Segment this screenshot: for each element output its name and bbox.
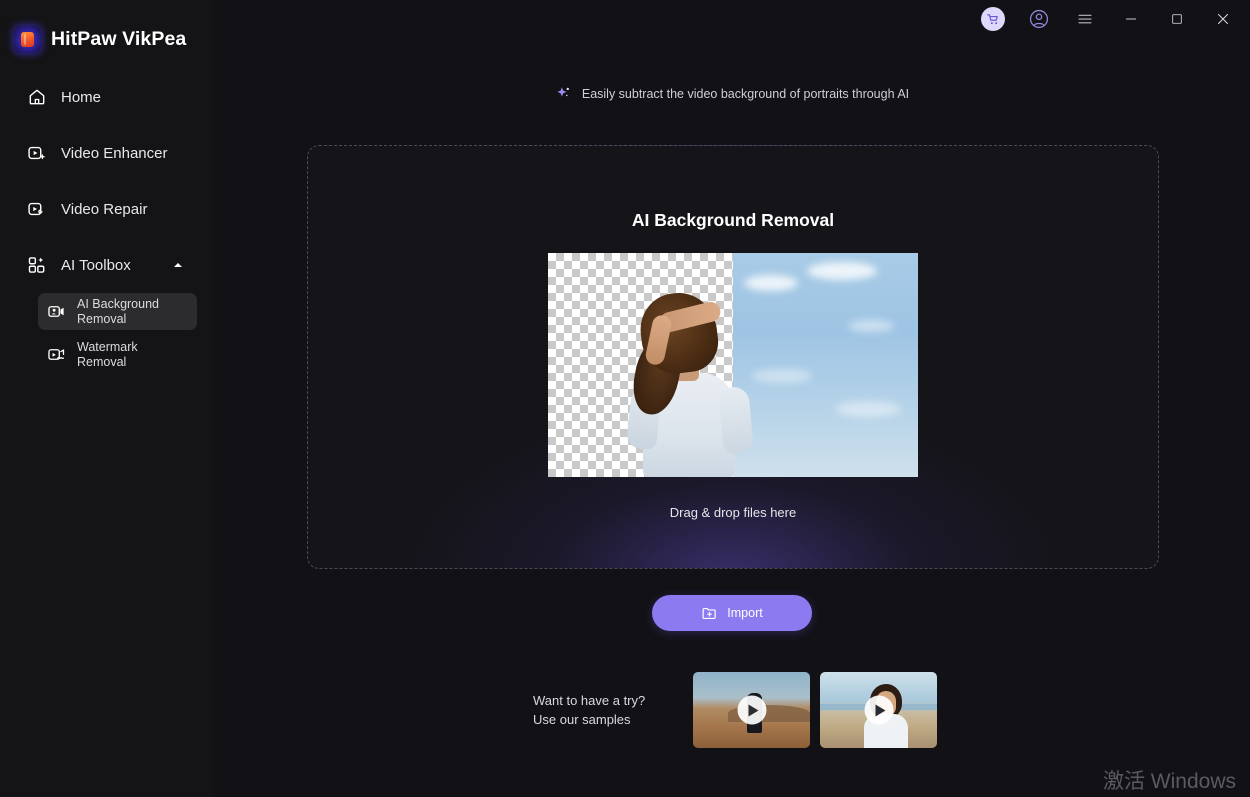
portrait-subject	[626, 281, 755, 477]
hamburger-menu-icon	[1078, 14, 1092, 24]
video-repair-icon	[28, 202, 43, 216]
windows-activation-watermark: 激活 Windows	[1102, 770, 1236, 793]
samples-prompt: Want to have a try? Use our samples	[533, 691, 683, 729]
original-sky-background	[733, 253, 918, 477]
sidebar-item-home[interactable]: Home	[0, 77, 213, 117]
application-window: HitPaw VikPea Home Video Enhancer Video …	[0, 0, 1250, 797]
samples-line-1: Want to have a try?	[533, 693, 646, 708]
cart-button[interactable]	[970, 0, 1016, 38]
page-subtitle: Easily subtract the video background of …	[213, 84, 1250, 103]
minimize-button[interactable]	[1108, 0, 1154, 38]
folder-add-icon	[702, 607, 717, 619]
sidebar-item-label: AI Toolbox	[61, 256, 131, 274]
close-icon	[1217, 13, 1229, 25]
sidebar: HitPaw VikPea Home Video Enhancer Video …	[0, 0, 213, 797]
sample-video-desert[interactable]	[693, 672, 810, 748]
samples-section: Want to have a try? Use our samples	[533, 672, 937, 748]
sidebar-item-label: Watermark Removal	[77, 340, 138, 369]
hitpaw-logo-icon	[14, 26, 41, 53]
card-title: AI Background Removal	[631, 210, 835, 230]
chevron-up-icon	[174, 263, 182, 267]
import-button[interactable]: Import	[652, 595, 812, 631]
user-account-icon	[1029, 9, 1049, 29]
sidebar-item-ai-background-removal[interactable]: AI Background Removal	[38, 293, 197, 330]
sidebar-item-label: Home	[61, 88, 102, 106]
sidebar-item-label: Video Repair	[61, 200, 148, 218]
sidebar-item-label: AI Background Removal	[77, 297, 159, 326]
titlebar	[213, 0, 1250, 38]
sidebar-nav: Home Video Enhancer Video Repair AI Tool…	[0, 77, 213, 373]
import-button-label: Import	[727, 606, 763, 620]
play-icon[interactable]	[737, 695, 766, 725]
close-button[interactable]	[1200, 0, 1246, 38]
account-button[interactable]	[1016, 0, 1062, 38]
sidebar-item-ai-toolbox[interactable]: AI Toolbox	[0, 245, 213, 285]
shopping-cart-icon	[987, 14, 998, 25]
before-after-preview	[548, 253, 918, 477]
main-content: Easily subtract the video background of …	[213, 0, 1250, 797]
sparkle-icon	[557, 87, 569, 97]
play-icon[interactable]	[864, 695, 893, 725]
watermark-removal-icon	[48, 349, 65, 360]
brand: HitPaw VikPea	[0, 0, 213, 58]
drop-hint-text: Drag & drop files here	[669, 505, 797, 520]
video-enhance-icon	[28, 146, 45, 160]
brand-name: HitPaw VikPea	[51, 28, 187, 50]
subtitle-text: Easily subtract the video background of …	[581, 86, 910, 101]
maximize-icon	[1172, 14, 1182, 24]
sidebar-item-watermark-removal[interactable]: Watermark Removal	[38, 336, 197, 373]
sidebar-item-video-enhancer[interactable]: Video Enhancer	[0, 133, 213, 173]
home-icon	[29, 89, 45, 105]
samples-line-2: Use our samples	[533, 712, 631, 727]
menu-button[interactable]	[1062, 0, 1108, 38]
maximize-button[interactable]	[1154, 0, 1200, 38]
sidebar-item-label: Video Enhancer	[61, 144, 168, 162]
background-removal-icon	[48, 306, 64, 317]
sidebar-item-video-repair[interactable]: Video Repair	[0, 189, 213, 229]
ai-toolbox-icon	[28, 257, 45, 273]
minimize-icon	[1125, 18, 1137, 20]
ai-toolbox-submenu: AI Background Removal Watermark Removal	[0, 293, 213, 373]
file-drop-zone[interactable]: AI Background Removal Drag & drop files …	[307, 145, 1159, 569]
sample-video-beach-portrait[interactable]	[820, 672, 937, 748]
